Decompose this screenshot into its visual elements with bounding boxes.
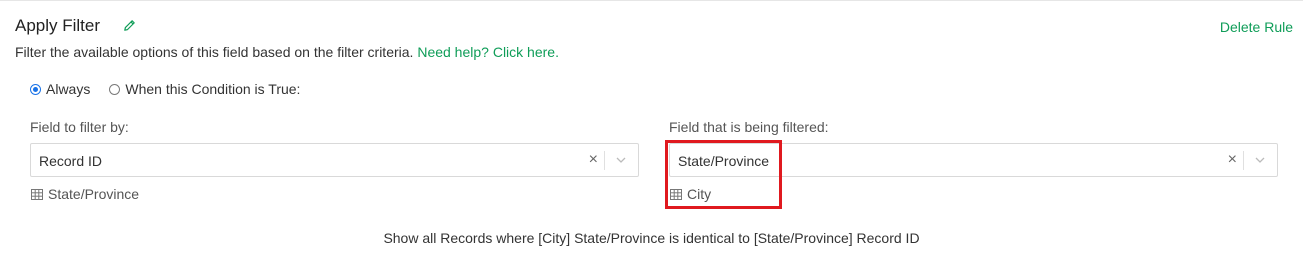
top-divider <box>0 0 1303 1</box>
clear-icon[interactable]: × <box>589 151 598 169</box>
radio-always-label: Always <box>46 81 91 97</box>
table-icon <box>31 188 43 200</box>
filter-by-select[interactable]: Record ID × <box>30 143 639 177</box>
select-separator <box>1243 151 1244 170</box>
radio-always[interactable]: Always <box>30 81 90 97</box>
pencil-icon[interactable] <box>122 18 137 33</box>
filtered-field-label: Field that is being filtered: <box>669 119 829 135</box>
description: Filter the available options of this fie… <box>15 44 559 60</box>
radio-button[interactable] <box>109 83 121 95</box>
condition-radio-group: Always When this Condition is True: <box>30 81 319 97</box>
chevron-down-icon[interactable] <box>1255 156 1265 164</box>
radio-condition-label: When this Condition is True: <box>125 81 301 97</box>
delete-rule-link[interactable]: Delete Rule <box>1220 19 1293 35</box>
select-separator <box>604 151 605 170</box>
description-text: Filter the available options of this fie… <box>15 44 414 60</box>
page-title: Apply Filter <box>15 16 101 35</box>
highlight-box <box>665 140 782 209</box>
help-link[interactable]: Need help? Click here. <box>417 44 559 60</box>
chevron-down-icon[interactable] <box>616 156 626 164</box>
radio-button-selected[interactable] <box>30 83 41 95</box>
filter-by-label: Field to filter by: <box>30 119 129 135</box>
radio-condition-true[interactable]: When this Condition is True: <box>109 81 300 97</box>
filter-by-source: State/Province <box>31 186 139 202</box>
filter-by-value: Record ID <box>39 153 103 169</box>
filter-summary: Show all Records where [City] State/Prov… <box>383 230 920 246</box>
filter-by-source-label: State/Province <box>48 186 140 202</box>
clear-icon[interactable]: × <box>1228 151 1237 169</box>
